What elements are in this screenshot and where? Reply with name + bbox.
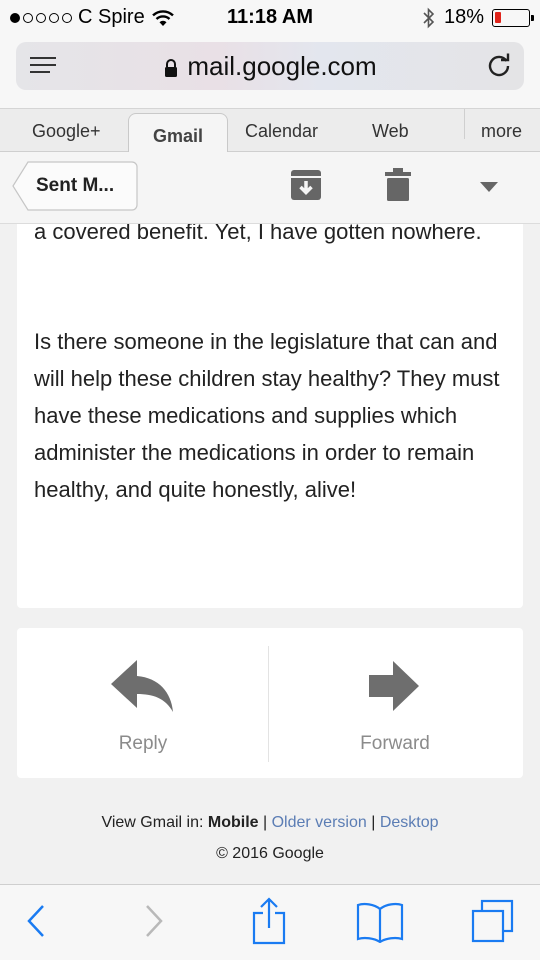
email-paragraph: a covered benefit. Yet, I have gotten no… (34, 224, 482, 244)
forward-button[interactable]: Forward (269, 628, 521, 778)
address-bar[interactable]: mail.google.com (16, 42, 524, 90)
reload-icon[interactable] (486, 53, 512, 79)
status-right-group: 18% (422, 6, 534, 29)
view-mobile-current: Mobile (207, 814, 259, 831)
reply-label: Reply (118, 733, 168, 754)
google-product-tabs: Google+ Gmail Calendar Web more (0, 108, 540, 154)
forward-label: Forward (360, 733, 430, 754)
bluetooth-icon (423, 7, 435, 28)
battery-percent: 18% (443, 6, 484, 28)
tab-google-plus[interactable]: Google+ (32, 121, 101, 142)
battery-icon (492, 8, 534, 27)
view-in-label: View Gmail in: (101, 814, 204, 831)
view-mode-footer: View Gmail in: Mobile | Older version | … (0, 814, 540, 832)
back-to-sent-button[interactable]: Sent M... (12, 161, 138, 211)
tab-web[interactable]: Web (372, 121, 409, 142)
back-button-label: Sent M... (36, 175, 115, 196)
trash-icon[interactable] (384, 168, 412, 202)
footer-separator: | (263, 814, 268, 831)
lock-icon (165, 59, 178, 78)
email-paragraph: Is there someone in the legislature that… (34, 329, 500, 502)
email-body: a covered benefit. Yet, I have gotten no… (17, 224, 523, 608)
share-icon[interactable] (251, 897, 287, 945)
bookmarks-icon[interactable] (356, 901, 404, 943)
battery-level (495, 11, 501, 23)
desktop-link[interactable]: Desktop (380, 814, 439, 831)
status-bar: C Spire 11:18 AM 18% (0, 0, 540, 36)
browser-address-area: mail.google.com (0, 36, 540, 108)
copyright: © 2016 Google (216, 845, 324, 862)
reply-forward-actions: Reply Forward (17, 628, 523, 778)
message-toolbar: Sent M... (0, 152, 540, 224)
tabs-icon[interactable] (470, 899, 516, 945)
footer-separator: | (371, 814, 376, 831)
url-display[interactable]: mail.google.com (16, 51, 524, 82)
reply-icon (111, 660, 173, 712)
tab-more[interactable]: more (481, 121, 522, 142)
browser-bottom-toolbar (0, 884, 540, 960)
tab-calendar[interactable]: Calendar (245, 121, 318, 142)
forward-nav-icon[interactable] (144, 903, 164, 939)
more-actions-dropdown-icon[interactable] (480, 182, 498, 192)
tab-divider (464, 109, 465, 139)
reply-button[interactable]: Reply (17, 628, 269, 778)
archive-icon[interactable] (290, 168, 322, 202)
back-icon[interactable] (26, 903, 46, 939)
forward-icon (369, 661, 419, 711)
url-text: mail.google.com (187, 51, 377, 81)
older-version-link[interactable]: Older version (272, 814, 367, 831)
tab-gmail[interactable]: Gmail (128, 113, 228, 154)
